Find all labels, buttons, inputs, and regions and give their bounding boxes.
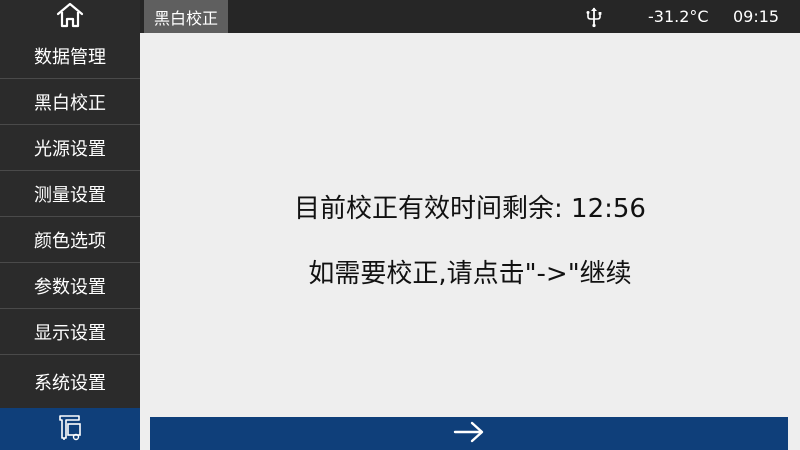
- sidebar-item-label: 测量设置: [34, 184, 106, 206]
- sidebar-item-light-source-settings[interactable]: 光源设置: [0, 125, 140, 171]
- sidebar-item-system-settings[interactable]: 系统设置: [0, 355, 140, 408]
- sidebar-item-measurement-settings[interactable]: 测量设置: [0, 171, 140, 217]
- arrow-right-icon: [453, 420, 485, 448]
- calibration-instruction-text: 如需要校正,请点击"->"继续: [308, 259, 632, 289]
- sidebar-item-label: 显示设置: [34, 322, 106, 344]
- sidebar-item-data-management[interactable]: 数据管理: [0, 33, 140, 79]
- sidebar-item-label: 颜色选项: [34, 230, 106, 252]
- sidebar-item-label: 光源设置: [34, 138, 106, 160]
- home-icon: [55, 2, 85, 32]
- home-button[interactable]: [0, 0, 140, 33]
- usb-icon: [585, 0, 603, 33]
- sidebar-item-label: 黑白校正: [34, 92, 106, 114]
- calibration-remaining-text: 目前校正有效时间剩余: 12:56: [294, 194, 646, 224]
- top-bar: 黑白校正 -31.2°C 09:15: [140, 0, 800, 33]
- sidebar-item-label: 数据管理: [34, 46, 106, 68]
- page-title: 黑白校正: [144, 0, 229, 33]
- sidebar-item-parameter-settings[interactable]: 参数设置: [0, 263, 140, 309]
- clock: 09:15: [733, 7, 780, 26]
- sidebar: 数据管理 黑白校正 光源设置 测量设置 颜色选项 参数设置 显示设置 系统设置: [0, 0, 140, 450]
- app-window: 数据管理 黑白校正 光源设置 测量设置 颜色选项 参数设置 显示设置 系统设置: [0, 0, 800, 450]
- continue-button[interactable]: [150, 417, 788, 450]
- sidebar-item-color-options[interactable]: 颜色选项: [0, 217, 140, 263]
- device-icon: [55, 412, 85, 446]
- temperature-readout: -31.2°C: [648, 7, 709, 26]
- sidebar-item-display-settings[interactable]: 显示设置: [0, 309, 140, 355]
- sidebar-item-label: 参数设置: [34, 276, 106, 298]
- device-button[interactable]: [0, 408, 140, 450]
- main-content: 目前校正有效时间剩余: 12:56 如需要校正,请点击"->"继续: [140, 33, 800, 450]
- sidebar-item-label: 系统设置: [34, 372, 106, 394]
- sidebar-item-black-white-calibration[interactable]: 黑白校正: [0, 79, 140, 125]
